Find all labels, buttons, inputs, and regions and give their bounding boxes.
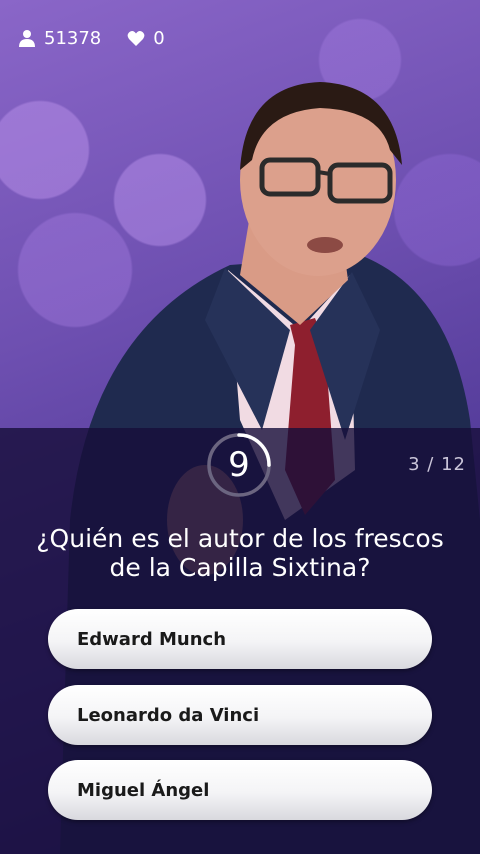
answer-option-2[interactable]: Leonardo da Vinci [48, 685, 432, 745]
top-status-bar: 51378 0 [0, 0, 480, 76]
answer-option-3[interactable]: Miguel Ángel [48, 760, 432, 820]
lives-count-value: 0 [153, 27, 165, 49]
question-text: ¿Quién es el autor de los frescos de la … [36, 524, 444, 582]
lives-count: 0 [127, 27, 165, 49]
heart-icon [127, 30, 145, 47]
answer-option-1[interactable]: Edward Munch [48, 609, 432, 669]
viewer-count-value: 51378 [44, 27, 102, 49]
viewer-count: 51378 [18, 28, 101, 49]
user-icon [18, 29, 36, 47]
countdown-timer: 9 [206, 432, 272, 498]
question-counter: 3 / 12 [408, 454, 466, 475]
timer-seconds: 9 [228, 445, 250, 485]
